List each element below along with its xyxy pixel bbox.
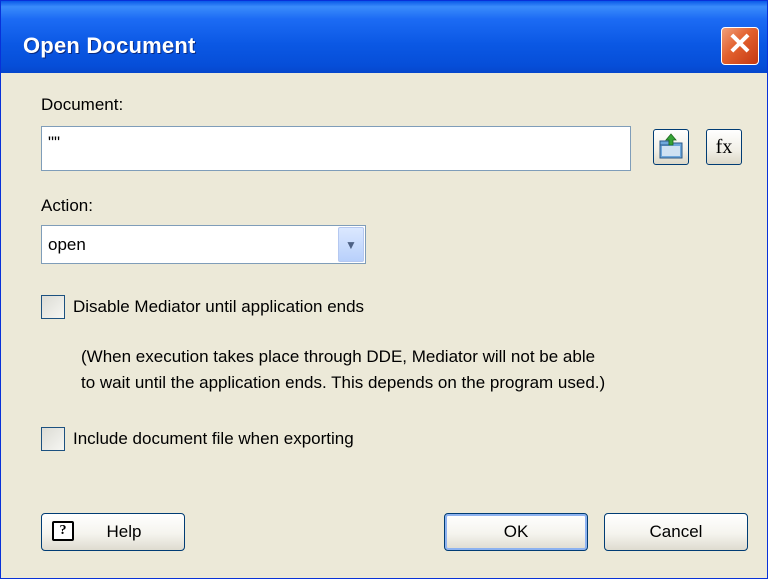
close-icon: ✕ <box>727 28 753 61</box>
browse-button[interactable] <box>653 129 689 165</box>
action-select[interactable]: open ▼ <box>41 225 366 264</box>
close-button[interactable]: ✕ <box>721 27 759 65</box>
open-document-dialog: Open Document ✕ Document: "" fx Action: … <box>0 0 768 579</box>
dialog-title: Open Document <box>23 33 196 58</box>
help-button[interactable]: ? Help <box>41 513 185 551</box>
ok-button[interactable]: OK <box>444 513 588 551</box>
cancel-button[interactable]: Cancel <box>604 513 748 551</box>
dde-note-line-2: to wait until the application ends. This… <box>81 373 606 392</box>
include-document-label[interactable]: Include document file when exporting <box>73 429 354 449</box>
include-document-checkbox[interactable] <box>41 427 65 451</box>
formula-button[interactable]: fx <box>706 129 742 165</box>
disable-mediator-checkbox[interactable] <box>41 295 65 319</box>
action-select-value: open <box>48 235 86 254</box>
document-input[interactable]: "" <box>41 126 631 171</box>
chevron-down-icon[interactable]: ▼ <box>338 227 364 262</box>
dde-note-line-1: (When execution takes place through DDE,… <box>81 347 596 366</box>
title-bar[interactable]: Open Document ✕ <box>1 1 767 73</box>
document-label: Document: <box>41 95 124 114</box>
action-label: Action: <box>41 196 93 215</box>
disable-mediator-label[interactable]: Disable Mediator until application ends <box>73 297 364 317</box>
help-button-label: Help <box>106 522 142 541</box>
folder-browse-icon <box>659 133 683 159</box>
help-icon: ? <box>52 521 74 541</box>
